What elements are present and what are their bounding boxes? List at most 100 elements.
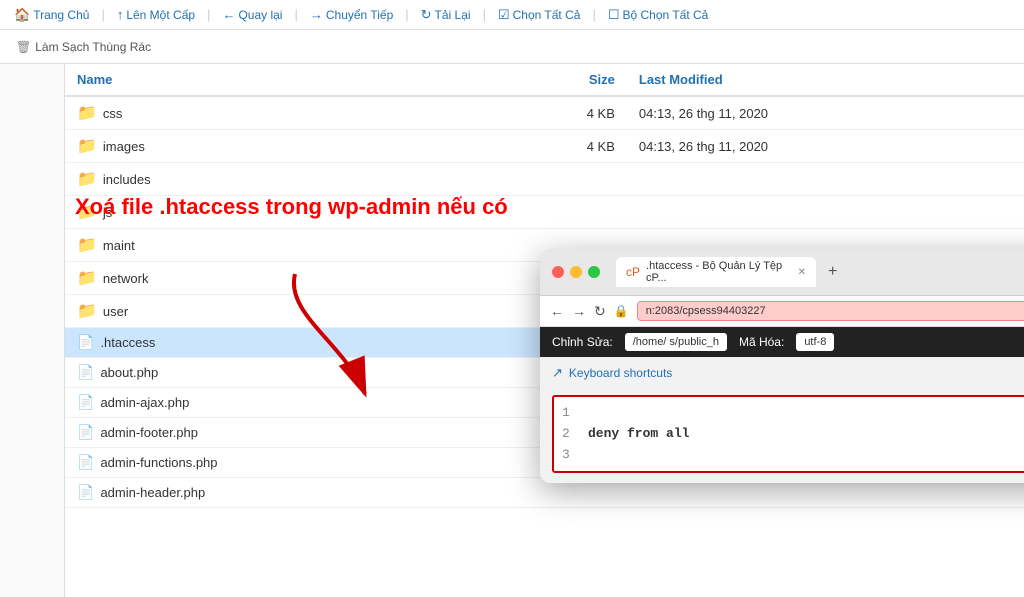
uncheck-icon: ☐ (608, 7, 620, 23)
traffic-lights (552, 266, 600, 278)
select-all-button[interactable]: ☑ Chọn Tất Cả (492, 5, 586, 25)
file-name-cell: 📁 css (65, 96, 492, 130)
browser-tab[interactable]: cP .htaccess - Bộ Quản Lý Tệp cP... ✕ (616, 257, 816, 287)
folder-icon: 📁 (77, 136, 97, 156)
file-name-cell: 📁 js (65, 196, 492, 229)
external-link-icon: ↗ (552, 365, 563, 381)
htaccess-icon: 📄 (77, 334, 94, 351)
line-number: 2 (562, 424, 576, 445)
code-line: 2 deny from all (562, 424, 1024, 445)
url-bar[interactable]: n:2083/cpsess94403227 (637, 301, 1024, 321)
table-row[interactable]: 📁 js (65, 196, 1024, 229)
file-name-cell: 📁 includes (65, 163, 492, 196)
reload-icon: ↻ (421, 7, 432, 23)
browser-forward-button[interactable]: → (572, 303, 586, 319)
editor-header: Chỉnh Sửa: /home/ s/public_h Mã Hóa: utf… (540, 327, 1024, 357)
back-button[interactable]: ← Quay lại (216, 5, 288, 24)
divider5: | (483, 7, 486, 22)
table-row[interactable]: 📁 css 4 KB 04:13, 26 thg 11, 2020 (65, 96, 1024, 130)
code-line: 1 (562, 403, 1024, 424)
divider6: | (592, 7, 595, 22)
table-row[interactable]: 📁 images 4 KB 04:13, 26 thg 11, 2020 (65, 130, 1024, 163)
close-window-button[interactable] (552, 266, 564, 278)
file-name-cell: 📄 admin-ajax.php (65, 388, 492, 418)
encoding-value: utf-8 (796, 333, 834, 351)
editor-path: /home/ s/public_h (625, 333, 727, 351)
divider3: | (294, 7, 297, 22)
col-size: Size (492, 64, 627, 96)
col-modified: Last Modified (627, 64, 1024, 96)
file-modified: 04:13, 26 thg 11, 2020 (627, 96, 1024, 130)
browser-titlebar: cP .htaccess - Bộ Quản Lý Tệp cP... ✕ + (540, 249, 1024, 296)
line-number: 1 (562, 403, 576, 424)
file-name: css (103, 106, 123, 121)
home-button[interactable]: 🏠 Trang Chủ (8, 5, 95, 25)
file-modified: 04:13, 26 thg 11, 2020 (627, 130, 1024, 163)
toolbar-row1: 🏠 Trang Chủ | ↑ Lên Một Cấp | ← Quay lại… (0, 0, 1024, 30)
browser-reload-button[interactable]: ↻ (594, 303, 606, 320)
tab-title: .htaccess - Bộ Quản Lý Tệp cP... (646, 260, 792, 284)
file-name: includes (103, 172, 151, 187)
php-icon: 📄 (77, 364, 94, 381)
encoding-label: Mã Hóa: (739, 335, 784, 349)
code-line: 3 (562, 445, 1024, 466)
table-row[interactable]: 📁 includes (65, 163, 1024, 196)
file-modified (627, 196, 1024, 229)
up-button[interactable]: ↑ Lên Một Cấp (111, 5, 201, 24)
file-size (492, 196, 627, 229)
folder-icon: 📁 (77, 235, 97, 255)
file-name: images (103, 139, 145, 154)
keyboard-shortcuts-link[interactable]: ↗ Keyboard shortcuts (540, 357, 1024, 389)
file-name-cell: 📄 about.php (65, 358, 492, 388)
file-name-cell: 📄 admin-header.php (65, 478, 492, 508)
file-name-cell: 📄 .htaccess (65, 328, 492, 358)
new-tab-button[interactable]: + (828, 263, 837, 281)
folder-icon: 📁 (77, 103, 97, 123)
php-icon: 📄 (77, 424, 94, 441)
file-name: user (103, 304, 128, 319)
file-name: admin-footer.php (100, 425, 198, 440)
divider1: | (101, 7, 104, 22)
file-name: admin-ajax.php (100, 395, 189, 410)
code-editor[interactable]: 1 2 deny from all 3 (552, 395, 1024, 473)
minimize-window-button[interactable] (570, 266, 582, 278)
file-name: about.php (100, 365, 158, 380)
checkbox-icon: ☑ (498, 7, 510, 23)
code-content: deny from all (588, 424, 689, 445)
browser-back-button[interactable]: ← (550, 303, 564, 319)
file-size (492, 163, 627, 196)
browser-nav: ← → ↻ 🔒 n:2083/cpsess94403227 (540, 296, 1024, 327)
file-modified (627, 163, 1024, 196)
file-name-cell: 📁 images (65, 130, 492, 163)
file-name-cell: 📁 network (65, 262, 492, 295)
php-icon: 📄 (77, 484, 94, 501)
divider2: | (207, 7, 210, 22)
file-name: admin-functions.php (100, 455, 217, 470)
lock-icon: 🔒 (614, 304, 629, 318)
divider4: | (405, 7, 408, 22)
trash-button[interactable]: 🗑 Làm Sạch Thùng Rác (8, 37, 159, 57)
reload-button[interactable]: ↻ Tải Lại (415, 5, 477, 25)
col-name: Name (65, 64, 492, 96)
file-name: js (103, 205, 112, 220)
file-area: Xoá file .htaccess trong wp-admin nếu có… (65, 64, 1024, 597)
cpanel-icon: cP (626, 265, 640, 279)
up-icon: ↑ (117, 7, 124, 22)
trash-icon: 🗑 (16, 40, 31, 54)
browser-popup: cP .htaccess - Bộ Quản Lý Tệp cP... ✕ + … (540, 249, 1024, 483)
file-name-cell: 📁 maint (65, 229, 492, 262)
file-name-cell: 📁 user (65, 295, 492, 328)
forward-button[interactable]: → Chuyển Tiếp (304, 5, 399, 24)
editor-label: Chỉnh Sửa: (552, 335, 613, 349)
home-icon: 🏠 (14, 7, 30, 23)
file-name: maint (103, 238, 135, 253)
sidebar (0, 64, 65, 597)
maximize-window-button[interactable] (588, 266, 600, 278)
php-icon: 📄 (77, 454, 94, 471)
file-name-cell: 📄 admin-footer.php (65, 418, 492, 448)
file-name: network (103, 271, 149, 286)
keyboard-shortcuts-label: Keyboard shortcuts (569, 366, 672, 380)
file-name: admin-header.php (100, 485, 205, 500)
deselect-all-button[interactable]: ☐ Bộ Chọn Tất Cả (602, 5, 714, 25)
tab-close-button[interactable]: ✕ (798, 267, 806, 278)
